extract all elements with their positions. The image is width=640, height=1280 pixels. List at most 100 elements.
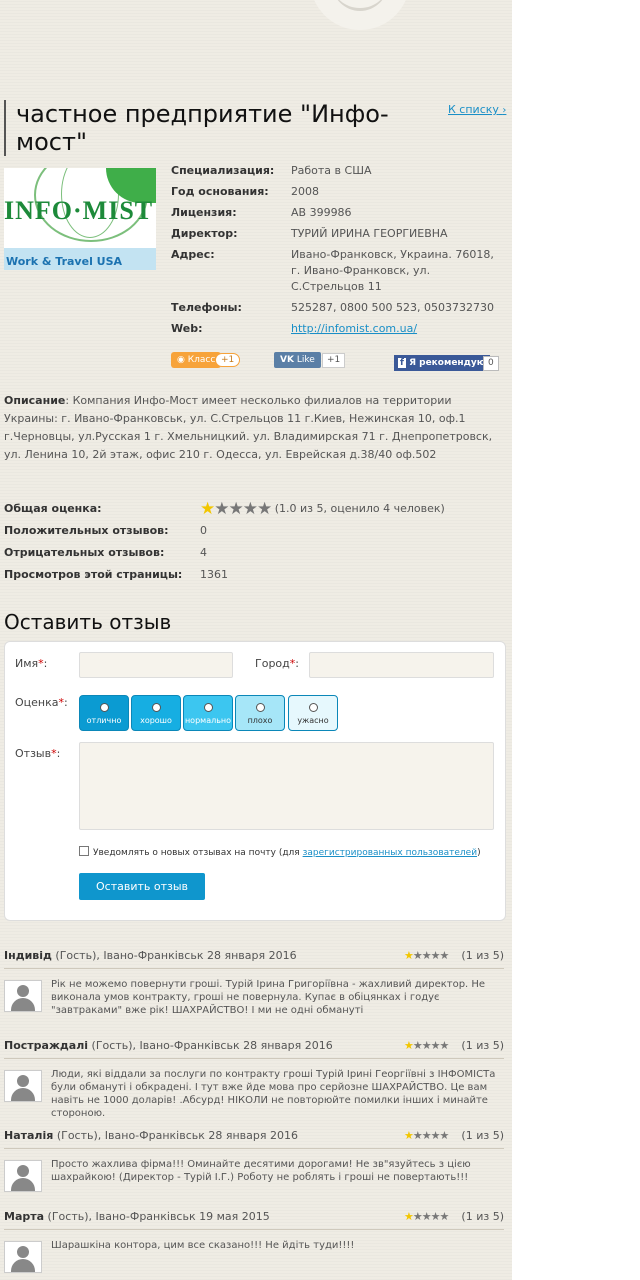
- review-author: Наталія: [4, 1129, 54, 1142]
- review-body: Люди, які віддали за послуги по контракт…: [4, 1068, 504, 1119]
- avatar: [4, 1160, 42, 1192]
- info-row-phones: Телефоны: 525287, 0800 500 523, 050373273…: [171, 300, 506, 316]
- review-header: Марта (Гость), Івано-Франківськ 19 мая 2…: [4, 1209, 504, 1230]
- website-link[interactable]: http://infomist.com.ua/: [291, 322, 417, 335]
- rating-option-terrible[interactable]: ужасно: [288, 695, 338, 731]
- required-mark: *: [38, 657, 44, 670]
- ok-share-count: +1: [215, 353, 241, 367]
- review-form-title: Оставить отзыв: [4, 610, 172, 634]
- vk-like-button[interactable]: VK Like: [274, 352, 321, 368]
- fb-recommend-label: Я рекомендую: [409, 358, 486, 368]
- stat-label: Просмотров этой страницы:: [4, 568, 183, 581]
- star-icon: ★★★★: [412, 1129, 449, 1142]
- rating-option-label: ужасно: [297, 716, 329, 725]
- review-header: Індивід (Гость), Івано-Франківськ 28 янв…: [4, 948, 504, 969]
- chevron-right-icon: ›: [502, 105, 507, 116]
- review-label-text: Отзыв: [15, 747, 52, 760]
- back-to-list-label: К списку: [448, 103, 499, 116]
- name-label: Имя*:: [15, 657, 48, 670]
- review-item: Наталія (Гость), Івано-Франківськ 28 янв…: [4, 1128, 504, 1198]
- star-icon: ★★★★: [412, 1039, 449, 1052]
- rating-stars: ★★★★★: [200, 499, 272, 519]
- city-input[interactable]: [309, 652, 494, 678]
- review-author: Індивід: [4, 949, 52, 962]
- review-rating-text: (1 из 5): [461, 1210, 504, 1223]
- stat-overall: Общая оценка: ★★★★★ (1.0 из 5, оценило 4…: [4, 500, 504, 522]
- star-icon: ★: [257, 499, 272, 519]
- review-body: Рік не можемо повернути гроші. Турій Іри…: [4, 978, 504, 1018]
- rating-label: Оценка*:: [15, 696, 68, 709]
- review-text: Рік не можемо повернути гроші. Турій Іри…: [51, 979, 486, 1016]
- info-value: ТУРИЙ ИРИНА ГЕОРГИЕВНА: [291, 227, 448, 240]
- overall-rating-text: (1.0 из 5, оценило 4 человек): [274, 502, 445, 515]
- ok-icon: ◉: [177, 355, 185, 365]
- back-to-list-link[interactable]: К списку ›: [448, 103, 506, 116]
- review-rating-text: (1 из 5): [461, 1129, 504, 1142]
- description-text: : Компания Инфо-Мост имеет несколько фил…: [4, 394, 493, 461]
- description-label: Описание: [4, 394, 66, 407]
- page: частное предприятие "Инфо-мост" К списку…: [0, 0, 512, 1280]
- review-meta: (Гость), Івано-Франківськ 28 января 2016: [51, 949, 297, 962]
- stat-positive: Положительных отзывов: 0: [4, 522, 504, 544]
- info-value: Работа в США: [291, 164, 372, 177]
- stat-negative: Отрицательных отзывов: 4: [4, 544, 504, 566]
- title-block: частное предприятие "Инфо-мост": [4, 100, 446, 156]
- review-form: Имя*: Город*: Оценка*: отлично хорошо но…: [4, 641, 506, 921]
- rating-option-normal[interactable]: нормально: [183, 695, 233, 731]
- star-icon: ★: [228, 499, 244, 519]
- fb-recommend-button[interactable]: f Я рекомендую: [394, 355, 490, 371]
- info-label: Web:: [171, 322, 203, 335]
- ok-share-button[interactable]: ◉ Класс: [171, 352, 222, 368]
- info-label: Адрес:: [171, 248, 215, 261]
- review-text: Люди, які віддали за послуги по контракт…: [51, 1069, 496, 1119]
- registered-users-link[interactable]: зарегистрированных пользователей: [303, 848, 477, 858]
- vk-like-label: Like: [296, 355, 315, 365]
- review-textarea[interactable]: [79, 742, 494, 830]
- stat-label: Отрицательных отзывов:: [4, 546, 165, 559]
- rating-option-bad[interactable]: плохо: [235, 695, 285, 731]
- review-author: Постраждалі: [4, 1039, 89, 1052]
- company-description: Описание: Компания Инфо-Мост имеет неско…: [4, 392, 504, 464]
- rating-option-label: хорошо: [140, 716, 172, 725]
- info-value: АВ 399986: [291, 206, 352, 219]
- review-text: Шарашкіна контора, цим все сказано!!! Не…: [51, 1240, 355, 1251]
- rating-stats: Общая оценка: ★★★★★ (1.0 из 5, оценило 4…: [4, 500, 504, 588]
- review-text: Просто жахлива фірма!!! Оминайте десятим…: [51, 1159, 471, 1183]
- submit-review-button[interactable]: Оставить отзыв: [79, 873, 205, 900]
- review-author: Марта: [4, 1210, 45, 1223]
- info-value: 2008: [291, 185, 319, 198]
- info-label: Телефоны:: [171, 301, 242, 314]
- review-stars: ★★★★★: [404, 1128, 449, 1144]
- review-item: Марта (Гость), Івано-Франківськ 19 мая 2…: [4, 1209, 504, 1279]
- required-mark: *: [58, 696, 65, 709]
- star-icon: ★★★★: [412, 949, 449, 962]
- stat-views: Просмотров этой страницы: 1361: [4, 566, 504, 588]
- info-row-web: Web: http://infomist.com.ua/: [171, 321, 506, 337]
- name-label-text: Имя: [15, 657, 39, 670]
- info-value: Ивано-Франковск, Украина. 76018, г. Иван…: [291, 248, 494, 293]
- star-icon: ★: [214, 499, 229, 519]
- stat-value: 1361: [200, 568, 228, 581]
- info-value: 525287, 0800 500 523, 0503732730: [291, 301, 494, 314]
- info-label: Лицензия:: [171, 206, 237, 219]
- rating-option-excellent[interactable]: отлично: [79, 695, 129, 731]
- review-stars: ★★★★★: [404, 1209, 449, 1225]
- info-row-director: Директор: ТУРИЙ ИРИНА ГЕОРГИЕВНА: [171, 226, 506, 242]
- star-icon-filled: ★: [404, 1210, 414, 1223]
- notify-option: Уведомлять о новых отзывах на почту (для…: [79, 846, 481, 858]
- rating-option-good[interactable]: хорошо: [131, 695, 181, 731]
- notify-checkbox[interactable]: [79, 846, 89, 856]
- rating-option-label: нормально: [184, 716, 232, 725]
- vk-icon: VK: [280, 355, 294, 365]
- notify-text-end: ): [477, 848, 481, 858]
- site-logo[interactable]: [310, 0, 410, 30]
- name-input[interactable]: [79, 652, 233, 678]
- info-row-specialization: Специализация: Работа в США: [171, 163, 506, 179]
- info-row-license: Лицензия: АВ 399986: [171, 205, 506, 221]
- review-header: Наталія (Гость), Івано-Франківськ 28 янв…: [4, 1128, 504, 1149]
- city-label-text: Город: [255, 657, 290, 670]
- info-row-address: Адрес: Ивано-Франковск, Украина. 76018, г…: [171, 247, 506, 295]
- stat-label: Положительных отзывов:: [4, 524, 169, 537]
- avatar: [4, 1241, 42, 1273]
- review-rating-text: (1 из 5): [461, 1039, 504, 1052]
